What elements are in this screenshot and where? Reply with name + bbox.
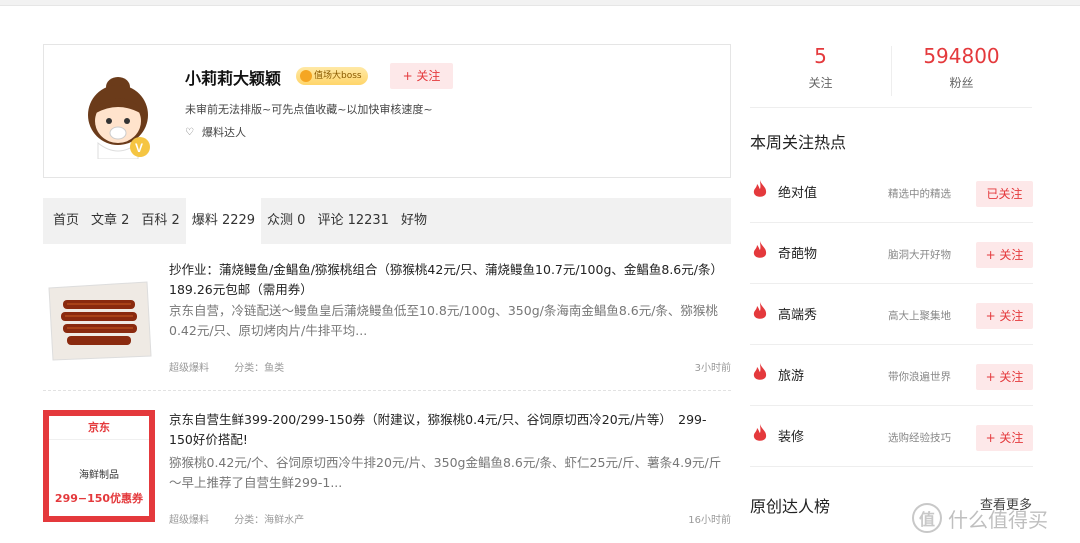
hot-topic-name[interactable]: 旅游 [778, 365, 804, 384]
item-meta: 超级爆料 分类：海鲜水产 16小时前 [169, 511, 731, 526]
feed-divider [43, 390, 731, 391]
profile-card: V 小莉莉大颖颖 值场大boss + 关注 未审前无法排版~可先点值收藏~以加快… [43, 44, 731, 178]
flame-icon [753, 241, 767, 258]
flame-icon [753, 180, 767, 197]
tab-tests[interactable]: 众测 0 [261, 198, 311, 244]
item-description: 京东自营，冷链配送～鳗鱼皇后蒲烧鳗鱼低至10.8元/100g、350g/条海南金… [169, 303, 718, 338]
flame-icon [753, 363, 767, 380]
item-title[interactable]: 京东自营生鲜399-200/299-150券（附建议，猕猴桃0.4元/只、谷饲原… [169, 410, 729, 450]
hot-topic-desc: 脑洞大开好物 [888, 249, 951, 261]
fans-label: 粉丝 [949, 76, 974, 90]
item-description: 猕猴桃0.42元/个、谷饲原切西冷牛排20元/片、350g金鲳鱼8.6元/条、虾… [169, 455, 722, 490]
tab-goods[interactable]: 好物 [395, 198, 433, 244]
item-thumbnail[interactable]: 京东 海鲜制品 299−150优惠券 [43, 410, 155, 522]
item-thumbnail[interactable] [43, 268, 155, 380]
item-meta: 超级爆料 分类：鱼类 3小时前 [169, 359, 731, 374]
item-title[interactable]: 抄作业：蒲烧鳗鱼/金鲳鱼/猕猴桃组合（猕猴桃42元/只、蒲烧鳗鱼10.7元/10… [169, 260, 729, 300]
heart-icon: ♡ [185, 126, 194, 138]
hot-topics-title: 本周关注热点 [750, 133, 847, 152]
flame-icon [753, 424, 767, 441]
user-bio: 未审前无法排版~可先点值收藏~以加快审核速度~ [185, 103, 433, 116]
level-badge: 值场大boss [296, 67, 368, 85]
hot-topic-row: 奇葩物 脑洞大开好物 + 关注 [750, 223, 1033, 284]
hot-topic-row: 装修 选购经验技巧 + 关注 [750, 406, 1033, 467]
jd-logo: 京东 [49, 416, 149, 440]
fans-count: 594800 [923, 44, 1000, 68]
watermark-text: 什么值得买 [948, 507, 1048, 532]
hot-topic-row: 绝对值 精选中的精选 已关注 [750, 162, 1033, 223]
hot-topic-name[interactable]: 高端秀 [778, 304, 817, 323]
hot-topic-desc: 选购经验技巧 [888, 432, 951, 444]
badge-icon [300, 70, 312, 82]
feed-item[interactable]: 京东 海鲜制品 299−150优惠券 京东自营生鲜399-200/299-150… [43, 410, 731, 526]
coupon-label: 299−150优惠券 [54, 492, 144, 505]
followed-button[interactable]: 已关注 [976, 181, 1033, 207]
tab-articles[interactable]: 文章 2 [85, 198, 135, 244]
item-category[interactable]: 分类：鱼类 [234, 363, 284, 374]
follow-button[interactable]: + 关注 [390, 63, 453, 89]
badge-label: 值场大boss [314, 71, 362, 81]
top-bar [0, 0, 1080, 6]
follow-topic-button[interactable]: + 关注 [976, 303, 1033, 329]
ranking-title: 原创达人榜 [750, 497, 831, 516]
profile-tabs: 首页 文章 2 百科 2 爆料 2229 众测 0 评论 12231 好物 [43, 198, 731, 244]
follow-topic-button[interactable]: + 关注 [976, 364, 1033, 390]
hot-topic-desc: 精选中的精选 [888, 188, 951, 200]
hot-topic-name[interactable]: 奇葩物 [778, 243, 817, 262]
user-stats: 5 关注 594800 粉丝 [750, 40, 1032, 108]
site-watermark: 值 什么值得买 [912, 500, 1080, 536]
following-count: 5 [814, 44, 827, 68]
fans-stat[interactable]: 594800 粉丝 [891, 40, 1032, 91]
tab-home[interactable]: 首页 [47, 198, 85, 244]
hot-topic-row: 旅游 带你浪遍世界 + 关注 [750, 345, 1033, 406]
site-logo-icon: 值 [912, 503, 942, 533]
hot-topic-row: 高端秀 高大上聚集地 + 关注 [750, 284, 1033, 345]
following-label: 关注 [808, 76, 833, 90]
username: 小莉莉大颖颖 [185, 69, 282, 88]
tab-comments[interactable]: 评论 12231 [311, 198, 395, 244]
item-source: 超级爆料 [169, 363, 209, 374]
item-time: 3小时前 [694, 363, 731, 374]
follow-topic-button[interactable]: + 关注 [976, 425, 1033, 451]
avatar[interactable]: V [74, 67, 162, 159]
hot-topic-name[interactable]: 绝对值 [778, 182, 817, 201]
hot-topic-name[interactable]: 装修 [778, 426, 804, 445]
item-time: 16小时前 [688, 515, 731, 526]
svg-text:V: V [135, 141, 143, 155]
tab-wiki[interactable]: 百科 2 [135, 198, 185, 244]
user-tag-label: 爆料达人 [201, 126, 246, 139]
feed-item[interactable]: 抄作业：蒲烧鳗鱼/金鲳鱼/猕猴桃组合（猕猴桃42元/只、蒲烧鳗鱼10.7元/10… [43, 262, 731, 380]
item-category[interactable]: 分类：海鲜水产 [234, 515, 304, 526]
image-label: 海鲜制品 [79, 470, 119, 481]
hot-topic-desc: 带你浪遍世界 [888, 371, 951, 383]
follow-topic-button[interactable]: + 关注 [976, 242, 1033, 268]
user-tag: ♡ 爆料达人 [185, 124, 246, 140]
item-source: 超级爆料 [169, 515, 209, 526]
flame-icon [753, 302, 767, 319]
tab-deals[interactable]: 爆料 2229 [185, 198, 262, 244]
hot-topic-desc: 高大上聚集地 [888, 310, 951, 322]
following-stat[interactable]: 5 关注 [750, 40, 891, 91]
